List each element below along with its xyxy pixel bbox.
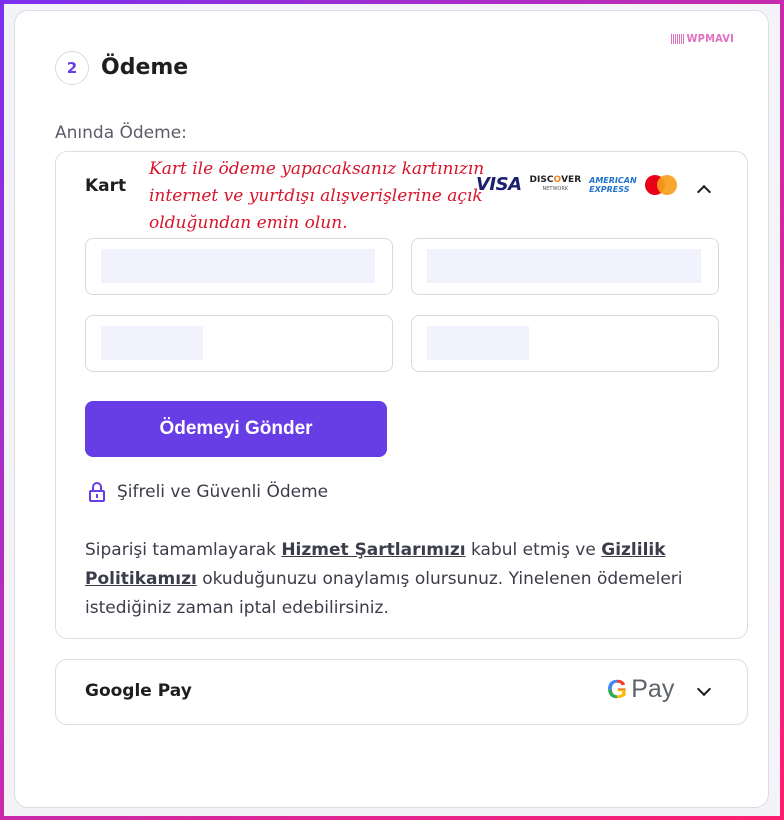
watermark: WPMAVI <box>670 32 734 45</box>
google-pay-section[interactable]: Google Pay G Pay <box>55 659 748 725</box>
visa-logo: VISA <box>476 174 522 195</box>
cardholder-name-field[interactable] <box>411 238 719 295</box>
page-frame: WPMAVI 2 Ödeme Anında Ödeme: Kart Kart i… <box>4 4 780 816</box>
annotation-note: Kart ile ödeme yapacaksanız kartınızın i… <box>149 159 485 233</box>
chevron-down-icon[interactable] <box>696 681 712 697</box>
google-pay-logo: G Pay <box>607 674 675 704</box>
discover-logo: DISCOVER NETWORK <box>529 174 582 192</box>
google-g-icon: G <box>607 674 628 704</box>
page-title: Ödeme <box>101 55 189 80</box>
instant-payment-label: Anında Ödeme: <box>55 123 187 143</box>
expiry-date-field[interactable] <box>85 315 393 372</box>
terms-of-service-link[interactable]: Hizmet Şartlarımızı <box>281 540 465 560</box>
submit-payment-button[interactable]: Ödemeyi Gönder <box>85 401 387 457</box>
watermark-text: WPMAVI <box>686 32 734 45</box>
secure-payment-note: Şifreli ve Güvenli Ödeme <box>89 482 328 502</box>
step-number: 2 <box>55 51 89 85</box>
card-number-field[interactable] <box>85 238 393 295</box>
card-label[interactable]: Kart <box>85 176 126 196</box>
google-pay-label: Google Pay <box>85 681 192 701</box>
secure-payment-label: Şifreli ve Güvenli Ödeme <box>117 482 329 502</box>
card-brands: VISA DISCOVER NETWORK AMERICAN EXPRESS <box>476 174 677 195</box>
terms-text: Siparişi tamamlayarak Hizmet Şartlarımız… <box>85 540 683 618</box>
barcode-icon <box>670 33 684 44</box>
amex-logo: AMERICAN EXPRESS <box>589 175 637 194</box>
card-payment-section: Kart Kart ile ödeme yapacaksanız kartını… <box>55 151 748 639</box>
payment-card: WPMAVI 2 Ödeme Anında Ödeme: Kart Kart i… <box>14 10 769 808</box>
mastercard-logo <box>644 174 677 195</box>
cvc-field[interactable] <box>411 315 719 372</box>
lock-icon <box>89 482 105 502</box>
chevron-up-icon[interactable] <box>696 184 712 200</box>
